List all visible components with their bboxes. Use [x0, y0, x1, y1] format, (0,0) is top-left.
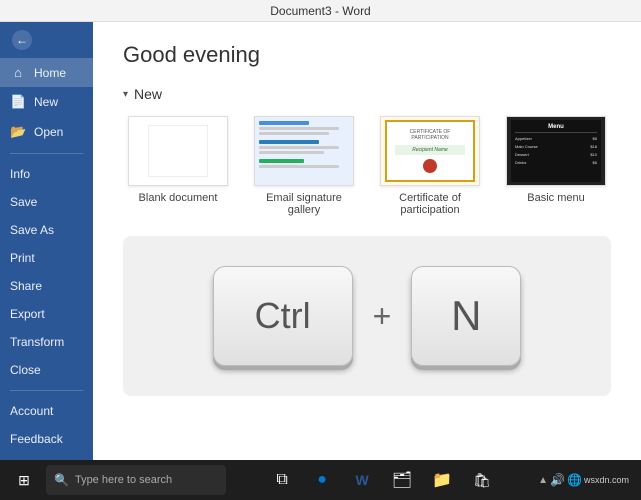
taskbar-word-icon[interactable]: W	[344, 461, 380, 499]
template-thumb-email	[254, 116, 354, 186]
section-title-new: New	[134, 86, 162, 102]
taskbar: ⊞ 🔍 Type here to search ⧉ ● W 🗂 📁 🛍 ▲ 🔊 …	[0, 460, 641, 500]
sidebar-item-save[interactable]: Save	[0, 188, 93, 216]
template-blank[interactable]: Blank document	[123, 116, 233, 216]
taskbar-right: ▲ 🔊 🌐 wsxdn.com	[538, 473, 637, 487]
menu-line-4: Drinks $6	[515, 160, 597, 165]
sidebar-bottom: Account Feedback Options	[0, 384, 93, 460]
title-bar-text: Document3 - Word	[270, 4, 370, 18]
start-button[interactable]: ⊞	[4, 461, 44, 499]
sidebar-item-feedback[interactable]: Feedback	[0, 425, 93, 453]
sidebar-transform-label: Transform	[10, 335, 64, 349]
keyboard-shortcut-area: Ctrl + N	[123, 236, 611, 396]
template-email-sig[interactable]: Email signature gallery	[249, 116, 359, 216]
menu-line-1: Appetizer $8	[515, 136, 597, 141]
sidebar-export-label: Export	[10, 307, 45, 321]
template-certificate[interactable]: CERTIFICATE OF PARTICIPATION Recipient N…	[375, 116, 485, 216]
cert-badge-icon	[423, 159, 437, 173]
taskbar-files-icon[interactable]: 🗂	[384, 461, 420, 499]
sidebar-item-close[interactable]: Close	[0, 356, 93, 384]
sidebar: ← ⌂ Home 📄 New 📂 Open Info Save	[0, 22, 93, 460]
sidebar-item-home[interactable]: ⌂ Home	[0, 58, 93, 87]
sidebar-item-print[interactable]: Print	[0, 244, 93, 272]
template-basic-menu[interactable]: Menu Appetizer $8 Main Course $18 Desser…	[501, 116, 611, 216]
open-folder-icon: 📂	[10, 124, 26, 140]
template-thumb-menu: Menu Appetizer $8 Main Course $18 Desser…	[506, 116, 606, 186]
template-certificate-label: Certificate of participation	[375, 192, 485, 216]
chevron-down-icon: ▾	[123, 89, 128, 100]
taskbar-system-tray: ▲	[538, 475, 548, 486]
ctrl-key: Ctrl	[213, 266, 353, 366]
template-blank-label: Blank document	[139, 192, 218, 204]
sidebar-open-label: Open	[34, 125, 63, 139]
taskbar-time-text: wsxdn.com	[584, 475, 629, 485]
sidebar-divider-1	[10, 153, 83, 154]
search-icon: 🔍	[54, 473, 69, 487]
sidebar-info-label: Info	[10, 167, 30, 181]
n-key: N	[411, 266, 521, 366]
main-area: ← ⌂ Home 📄 New 📂 Open Info Save	[0, 22, 641, 460]
taskbar-store-icon[interactable]: 🛍	[464, 461, 500, 499]
menu-preview: Menu Appetizer $8 Main Course $18 Desser…	[511, 120, 601, 182]
search-placeholder-text: Type here to search	[75, 474, 172, 486]
sidebar-new-label: New	[34, 95, 58, 109]
sidebar-item-open[interactable]: 📂 Open	[0, 117, 93, 147]
taskbar-explorer-icon[interactable]: 📁	[424, 461, 460, 499]
sidebar-item-export[interactable]: Export	[0, 300, 93, 328]
sidebar-item-save-as[interactable]: Save As	[0, 216, 93, 244]
menu-preview-title: Menu	[515, 124, 597, 133]
section-header-new[interactable]: ▾ New	[123, 86, 611, 102]
sidebar-divider-2	[10, 390, 83, 391]
template-thumb-certificate: CERTIFICATE OF PARTICIPATION Recipient N…	[380, 116, 480, 186]
content-area: Good evening ▾ New Blank document	[93, 22, 641, 460]
templates-row: Blank document	[123, 116, 611, 216]
taskbar-task-view[interactable]: ⧉	[264, 461, 300, 499]
cert-preview-title: CERTIFICATE OF PARTICIPATION	[391, 129, 469, 141]
menu-line-2: Main Course $18	[515, 144, 597, 149]
app-container: Document3 - Word ← ⌂ Home 📄 New 📂 Open	[0, 0, 641, 500]
sidebar-close-label: Close	[10, 363, 41, 377]
menu-line-3: Dessert $10	[515, 152, 597, 157]
template-thumb-blank	[128, 116, 228, 186]
cert-name-area: Recipient Name	[395, 145, 465, 155]
network-icon: 🌐	[567, 473, 582, 487]
sidebar-print-label: Print	[10, 251, 35, 265]
cert-recipient-name: Recipient Name	[399, 147, 461, 153]
template-menu-label: Basic menu	[527, 192, 584, 204]
taskbar-center: ⧉ ● W 🗂 📁 🛍	[228, 461, 536, 499]
new-document-icon: 📄	[10, 94, 26, 110]
sidebar-item-options[interactable]: Options	[0, 453, 93, 460]
certificate-preview: CERTIFICATE OF PARTICIPATION Recipient N…	[385, 120, 475, 182]
back-arrow-icon: ←	[12, 30, 32, 50]
sidebar-share-label: Share	[10, 279, 42, 293]
speaker-icon: 🔊	[550, 473, 565, 487]
sidebar-account-label: Account	[10, 404, 53, 418]
taskbar-edge-icon[interactable]: ●	[304, 461, 340, 499]
sidebar-item-info[interactable]: Info	[0, 160, 93, 188]
plus-sign: +	[373, 298, 392, 335]
sidebar-item-new[interactable]: 📄 New	[0, 87, 93, 117]
sidebar-home-label: Home	[34, 66, 66, 80]
back-button[interactable]: ←	[0, 22, 93, 58]
taskbar-search-box[interactable]: 🔍 Type here to search	[46, 465, 226, 495]
sidebar-item-share[interactable]: Share	[0, 272, 93, 300]
home-icon: ⌂	[10, 65, 26, 80]
template-email-label: Email signature gallery	[249, 192, 359, 216]
title-bar: Document3 - Word	[0, 0, 641, 22]
sidebar-saveas-label: Save As	[10, 223, 54, 237]
sidebar-save-label: Save	[10, 195, 37, 209]
sidebar-feedback-label: Feedback	[10, 432, 63, 446]
taskbar-time-display[interactable]: wsxdn.com	[584, 475, 629, 485]
sidebar-item-transform[interactable]: Transform	[0, 328, 93, 356]
sidebar-item-account[interactable]: Account	[0, 397, 93, 425]
greeting-text: Good evening	[123, 42, 611, 68]
